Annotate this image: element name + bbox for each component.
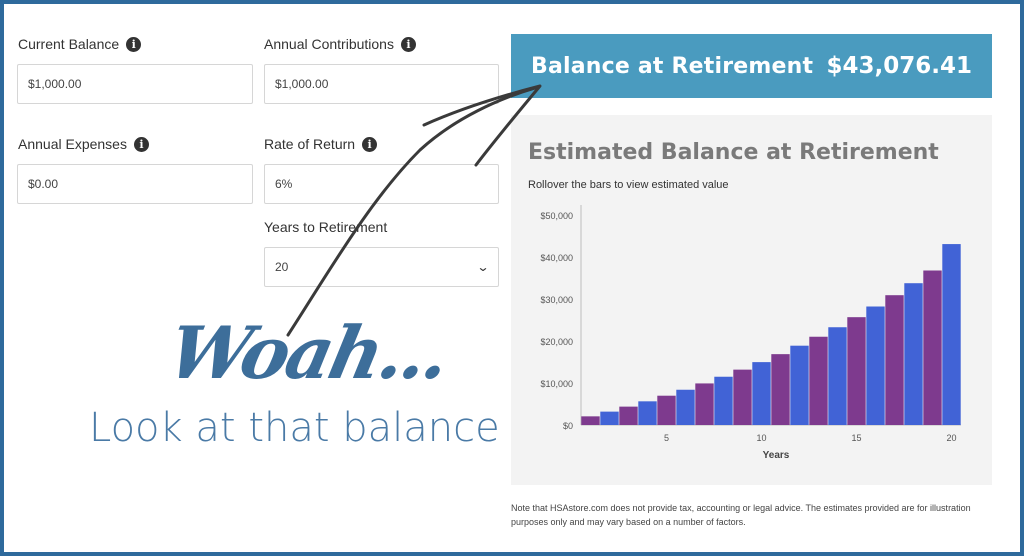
x-tick-label: 15 xyxy=(851,433,861,443)
info-icon[interactable]: i xyxy=(362,136,378,152)
balance-bar-chart: $0 $10,000 $20,000 $30,000 $40,000 $50,000 5 10… xyxy=(540,205,961,461)
y-tick-label: $30,000 xyxy=(540,295,573,305)
chart-bar[interactable] xyxy=(752,362,771,425)
x-tick-label: 5 xyxy=(664,433,669,443)
chart-bar[interactable] xyxy=(885,295,904,425)
info-icon[interactable]: i xyxy=(133,136,149,152)
annual-contributions-label: Annual Contributions i xyxy=(264,36,416,52)
chart-bar[interactable] xyxy=(619,406,638,425)
y-tick-label: $20,000 xyxy=(540,337,573,347)
balance-at-retirement-banner: Balance at Retirement $43,076.41 xyxy=(511,34,992,98)
chevron-down-icon: ⌄ xyxy=(476,260,490,274)
x-tick-label: 10 xyxy=(756,433,766,443)
chart-bar[interactable] xyxy=(942,244,961,425)
annual-expenses-input[interactable]: $0.00 xyxy=(17,164,253,204)
chart-bar[interactable] xyxy=(676,389,695,425)
balance-title: Balance at Retirement xyxy=(531,53,814,79)
woah-headline: Woah... xyxy=(160,310,456,395)
chart-bar[interactable] xyxy=(657,395,676,425)
chart-bar[interactable] xyxy=(866,306,885,425)
chart-bar[interactable] xyxy=(847,317,866,425)
y-tick-label: $40,000 xyxy=(540,253,573,263)
chart-bar[interactable] xyxy=(790,345,809,425)
chart-bar[interactable] xyxy=(695,383,714,425)
rate-of-return-label: Rate of Return i xyxy=(264,136,378,152)
chart-bar[interactable] xyxy=(714,376,733,425)
tagline: Look at that balance xyxy=(89,405,500,451)
disclaimer-text: Note that HSAstore.com does not provide … xyxy=(511,503,971,527)
annual-contributions-input[interactable]: $1,000.00 xyxy=(264,64,499,104)
chart-bar[interactable] xyxy=(600,411,619,425)
chart-bar[interactable] xyxy=(733,369,752,425)
years-to-retirement-label: Years to Retirement xyxy=(264,219,388,235)
x-axis-label: Years xyxy=(763,450,790,461)
chart-panel: Estimated Balance at Retirement Rollover… xyxy=(511,115,992,485)
chart-bar[interactable] xyxy=(809,336,828,425)
annual-expenses-label: Annual Expenses i xyxy=(18,136,149,152)
years-to-retirement-select[interactable]: 20 ⌄ xyxy=(264,247,499,287)
balance-value: $43,076.41 xyxy=(826,53,972,79)
y-tick-label: $0 xyxy=(563,421,573,431)
info-icon[interactable]: i xyxy=(126,36,142,52)
info-icon[interactable]: i xyxy=(400,36,416,52)
chart-bar[interactable] xyxy=(771,354,790,425)
current-balance-input[interactable]: $1,000.00 xyxy=(17,64,253,104)
chart-bar[interactable] xyxy=(581,416,600,425)
current-balance-label: Current Balance i xyxy=(18,36,142,52)
chart-bar[interactable] xyxy=(904,283,923,425)
x-tick-label: 20 xyxy=(946,433,956,443)
chart-bar[interactable] xyxy=(638,401,657,425)
y-tick-label: $50,000 xyxy=(540,211,573,221)
y-tick-label: $10,000 xyxy=(540,379,573,389)
chart-bar[interactable] xyxy=(923,270,942,425)
chart-bar[interactable] xyxy=(828,327,847,425)
rate-of-return-input[interactable]: 6% xyxy=(264,164,499,204)
